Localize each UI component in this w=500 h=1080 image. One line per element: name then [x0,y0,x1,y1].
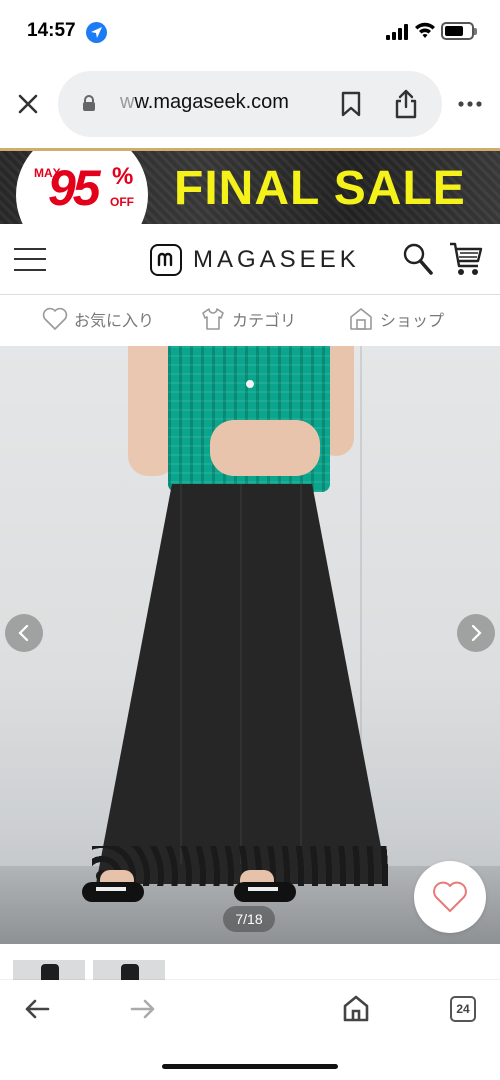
chevron-right-icon [471,624,482,642]
header-divider [0,294,500,295]
location-arrow-icon [86,22,107,43]
image-counter: 7/18 [223,906,275,932]
nav-shop[interactable]: ショップ [348,304,444,334]
forward-arrow-icon[interactable] [130,998,156,1020]
tabs-button[interactable]: 24 [450,996,476,1022]
battery-icon [441,22,477,40]
product-image[interactable] [0,346,500,944]
browser-toolbar: 24 [0,980,500,1080]
black-maxi-skirt [96,484,388,884]
skirt-fold [300,484,302,864]
home-indicator [162,1064,338,1069]
home-icon[interactable] [342,994,370,1022]
magaseek-logo-mark[interactable] [150,244,182,276]
percent-sign: % [112,163,134,190]
nav-shop-label: ショップ [380,313,445,330]
skirt-fold [240,484,242,864]
off-label: OFF [110,195,134,209]
banner-headline: FINAL SALE [174,162,466,215]
right-sandal [234,882,296,902]
cart-icon[interactable] [448,240,484,278]
menu-icon[interactable] [14,246,46,272]
close-icon[interactable] [16,92,40,116]
more-options-icon[interactable] [458,100,482,108]
back-arrow-icon[interactable] [24,998,50,1020]
next-image-button[interactable] [457,614,495,652]
site-logo[interactable]: MAGASEEK [193,246,360,274]
shop-icon [350,308,372,330]
status-time: 14:57 [27,20,76,41]
chevron-left-icon [18,624,29,642]
vest-button [246,380,254,388]
thumbnail[interactable] [13,960,85,982]
search-icon[interactable] [402,242,434,276]
discount-percent: 95 [48,160,101,216]
status-bar: 14:57 [0,0,500,62]
nav-category[interactable]: カテゴリ [200,304,296,334]
shirt-icon [202,308,224,330]
favorite-button[interactable] [414,861,486,933]
model-hands [210,420,320,476]
share-icon[interactable] [394,89,418,119]
skirt-fold [180,484,182,864]
nav-favorites-label: お気に入り [74,313,155,330]
prev-image-button[interactable] [5,614,43,652]
lock-icon [83,95,95,111]
address-bar[interactable]: ww.magaseek.com [58,71,442,137]
url-text: ww.magaseek.com [120,91,289,113]
thumbnail[interactable] [93,960,165,982]
nav-favorites[interactable]: お気に入り [42,304,154,334]
nav-category-label: カテゴリ [232,313,297,330]
left-sandal [82,882,144,902]
wifi-icon [415,22,435,38]
signal-icon [386,24,408,40]
max-label: MAX [34,167,61,179]
heart-icon [42,307,68,330]
bookmark-icon[interactable] [340,91,362,117]
final-sale-banner[interactable]: MAX 95 % OFF FINAL SALE [0,148,500,224]
heart-icon [433,881,467,912]
